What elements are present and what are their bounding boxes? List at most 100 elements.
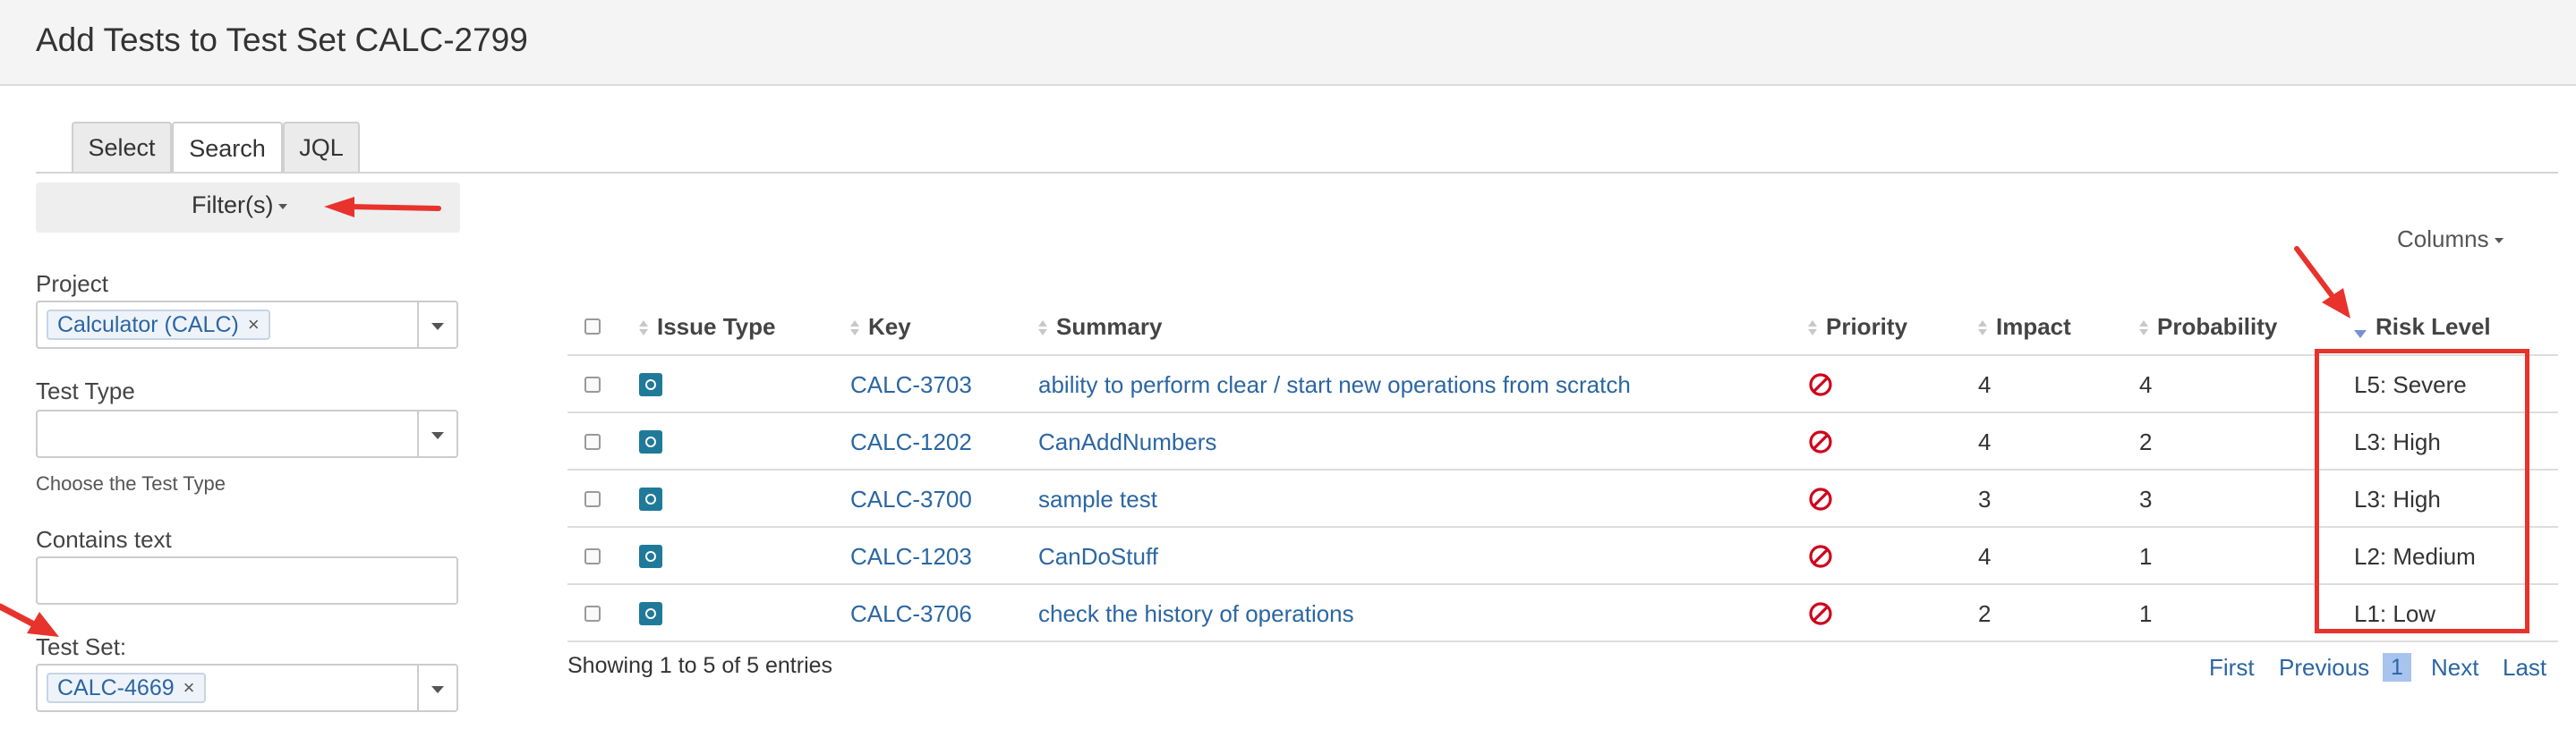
tab-search[interactable]: Search (172, 122, 283, 174)
sort-icon (1808, 320, 1817, 336)
pagination-previous[interactable]: Previous (2279, 654, 2369, 682)
sort-icon (2139, 320, 2148, 336)
risk-level-highlight-box (2315, 349, 2529, 633)
column-header-label: Issue Type (657, 313, 776, 340)
row-checkbox[interactable] (584, 548, 601, 564)
test-issue-icon (639, 488, 662, 511)
impact-cell: 3 (1978, 486, 1992, 513)
issue-summary-link[interactable]: CanDoStuff (1038, 543, 1158, 571)
test-set-select[interactable]: CALC-4669 × (36, 664, 458, 712)
project-chip: Calculator (CALC) × (47, 310, 270, 340)
issue-summary-link[interactable]: sample test (1038, 486, 1157, 513)
project-label: Project (36, 270, 108, 297)
impact-cell: 4 (1978, 543, 1992, 570)
blocked-priority-icon (1809, 545, 1832, 568)
tab-divider (36, 172, 2558, 174)
dropdown-arrow-icon[interactable] (431, 323, 444, 330)
column-header-label: Risk Level (2376, 313, 2491, 340)
project-select[interactable]: Calculator (CALC) × (36, 301, 458, 349)
tab-jql[interactable]: JQL (283, 122, 360, 172)
issue-key-link[interactable]: CALC-3706 (850, 600, 972, 628)
contains-text-label: Contains text (36, 526, 172, 553)
dropdown-arrow-icon[interactable] (431, 686, 444, 693)
column-header-summary[interactable]: Summary (1038, 313, 1163, 341)
row-separator (567, 469, 2558, 471)
columns-button[interactable]: Columns (2397, 225, 2503, 253)
column-header-probability[interactable]: Probability (2139, 313, 2277, 341)
select-divider (417, 411, 419, 456)
impact-cell: 4 (1978, 428, 1992, 455)
issue-key-link[interactable]: CALC-3703 (850, 371, 972, 399)
probability-cell: 3 (2139, 486, 2153, 513)
test-issue-icon (639, 602, 662, 625)
table-header-rule (567, 354, 2558, 356)
tab-select[interactable]: Select (72, 122, 172, 172)
filter-toggle-label: Filter(s) (192, 191, 274, 218)
column-header-issue-type[interactable]: Issue Type (639, 313, 775, 341)
sort-desc-icon (2354, 329, 2367, 338)
column-header-impact[interactable]: Impact (1978, 313, 2071, 341)
page-title: Add Tests to Test Set CALC-2799 (36, 21, 528, 58)
contains-text-input[interactable] (36, 556, 458, 605)
select-all-checkbox[interactable] (584, 318, 601, 335)
blocked-priority-icon (1809, 488, 1832, 511)
test-issue-icon (639, 373, 662, 396)
row-checkbox[interactable] (584, 491, 601, 507)
sort-icon (1978, 320, 1987, 336)
row-separator (567, 411, 2558, 413)
probability-cell: 1 (2139, 600, 2153, 627)
issue-summary-link[interactable]: ability to perform clear / start new ope… (1038, 371, 1631, 399)
columns-button-label: Columns (2397, 225, 2489, 252)
remove-icon[interactable]: × (248, 313, 260, 336)
column-header-label: Probability (2157, 313, 2278, 340)
row-separator (567, 526, 2558, 528)
probability-cell: 4 (2139, 371, 2153, 398)
row-separator (567, 640, 2558, 642)
pagination-current-page[interactable]: 1 (2383, 653, 2411, 682)
red-arrow-icon (324, 197, 441, 217)
row-checkbox[interactable] (584, 434, 601, 450)
red-arrow-icon (0, 603, 59, 637)
project-chip-label: Calculator (CALC) (57, 311, 239, 337)
test-type-label: Test Type (36, 378, 135, 404)
remove-icon[interactable]: × (183, 676, 195, 700)
sort-icon (1038, 320, 1047, 336)
probability-cell: 1 (2139, 543, 2153, 570)
impact-cell: 2 (1978, 600, 1992, 627)
blocked-priority-icon (1809, 602, 1832, 625)
issue-key-link[interactable]: CALC-1202 (850, 428, 972, 456)
probability-cell: 2 (2139, 428, 2153, 455)
column-header-label: Priority (1826, 313, 1908, 340)
column-header-key[interactable]: Key (850, 313, 911, 341)
row-checkbox[interactable] (584, 377, 601, 393)
pagination-next[interactable]: Next (2431, 654, 2478, 682)
column-header-label: Summary (1056, 313, 1163, 340)
pagination-last[interactable]: Last (2503, 654, 2546, 682)
test-type-hint: Choose the Test Type (36, 472, 226, 495)
test-issue-icon (639, 545, 662, 568)
red-arrow-icon (2294, 246, 2350, 318)
issue-summary-link[interactable]: CanAddNumbers (1038, 428, 1216, 456)
caret-down-icon (2494, 238, 2503, 244)
sort-icon (850, 320, 859, 336)
sort-icon (639, 320, 648, 336)
column-header-label: Key (868, 313, 911, 340)
test-set-chip-label: CALC-4669 (57, 674, 175, 700)
row-checkbox[interactable] (584, 606, 601, 622)
test-set-chip: CALC-4669 × (47, 673, 206, 703)
select-divider (417, 666, 419, 710)
column-header-risk-level[interactable]: Risk Level (2354, 313, 2491, 341)
column-header-priority[interactable]: Priority (1808, 313, 1907, 341)
pagination-first[interactable]: First (2209, 654, 2255, 682)
entries-info: Showing 1 to 5 of 5 entries (567, 653, 833, 678)
filter-toggle[interactable]: Filter(s) (192, 191, 288, 219)
test-type-select[interactable] (36, 410, 458, 458)
row-separator (567, 583, 2558, 585)
issue-summary-link[interactable]: check the history of operations (1038, 600, 1354, 628)
test-issue-icon (639, 430, 662, 454)
impact-cell: 4 (1978, 371, 1992, 398)
issue-key-link[interactable]: CALC-1203 (850, 543, 972, 571)
dropdown-arrow-icon[interactable] (431, 432, 444, 439)
select-divider (417, 302, 419, 347)
issue-key-link[interactable]: CALC-3700 (850, 486, 972, 513)
